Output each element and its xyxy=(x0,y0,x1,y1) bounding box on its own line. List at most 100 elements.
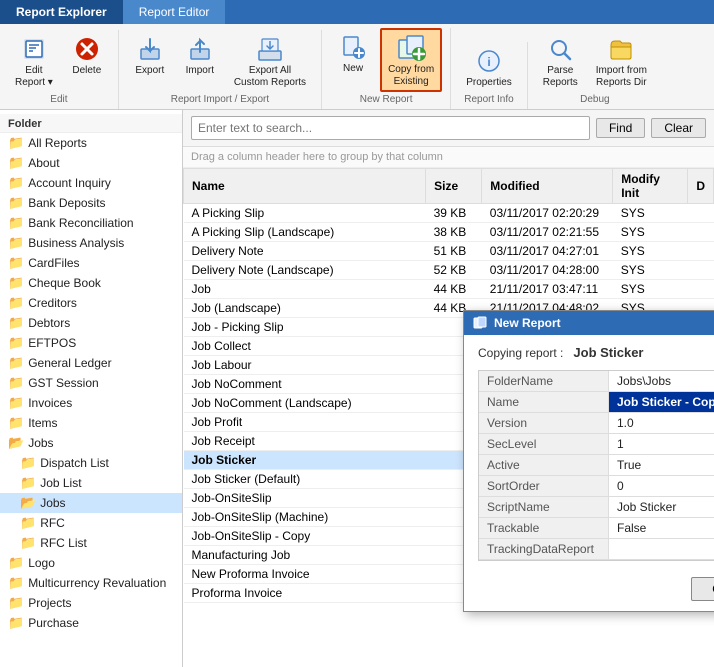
sidebar-item-account-inquiry[interactable]: 📁Account Inquiry xyxy=(0,173,182,193)
edit-report-button[interactable]: EditReport ▾ xyxy=(8,30,60,92)
parse-reports-label: ParseReports xyxy=(543,65,578,89)
modal-title-icon xyxy=(472,315,488,331)
sidebar-item-label-20: RFC List xyxy=(40,536,87,550)
copy-from-existing-button[interactable]: Copy fromExisting xyxy=(380,28,442,92)
modal-field-label-1: Name xyxy=(479,392,609,413)
import-label: Import xyxy=(186,65,214,77)
export-button[interactable]: Export xyxy=(127,30,173,92)
ribbon-group-new-report-label: New Report xyxy=(360,94,413,105)
sidebar-item-label-15: Jobs xyxy=(28,436,53,450)
export-all-button[interactable]: Export AllCustom Reports xyxy=(227,30,313,92)
folder-icon-8: 📁 xyxy=(8,295,24,311)
export-icon xyxy=(134,33,166,65)
folder-icon-10: 📁 xyxy=(8,335,24,351)
sidebar-item-bank-reconciliation[interactable]: 📁Bank Reconciliation xyxy=(0,213,182,233)
sidebar-item-label-8: Creditors xyxy=(28,296,77,310)
import-icon xyxy=(184,33,216,65)
sidebar-item-cheque-book[interactable]: 📁 Cheque Book xyxy=(0,273,182,293)
folder-icon-22: 📁 xyxy=(8,575,24,591)
new-button[interactable]: New xyxy=(330,28,376,92)
sidebar-item-jobs[interactable]: 📂 Jobs xyxy=(0,433,182,453)
sidebar-item-rfc-list[interactable]: 📁 RFC List xyxy=(0,533,182,553)
svg-text:i: i xyxy=(487,55,490,69)
modal-field-value-5: 0 xyxy=(609,476,714,497)
sidebar-item-label-1: About xyxy=(28,156,59,170)
modal-field-label-8: TrackingDataReport xyxy=(479,539,609,560)
folder-icon-20: 📁 xyxy=(20,535,36,551)
ribbon-group-report-info: i Properties Report Info xyxy=(455,42,528,109)
copy-from-existing-label: Copy fromExisting xyxy=(388,64,434,88)
sidebar-item-creditors[interactable]: 📁 Creditors xyxy=(0,293,182,313)
export-label: Export xyxy=(135,65,164,77)
modal-field-value-8 xyxy=(609,539,714,560)
folder-icon-24: 📁 xyxy=(8,615,24,631)
properties-button[interactable]: i Properties xyxy=(459,42,519,92)
delete-button[interactable]: Delete xyxy=(64,30,110,92)
sidebar-item-label-3: Bank Deposits xyxy=(28,196,105,210)
tab-report-editor[interactable]: Report Editor xyxy=(123,0,226,24)
import-from-dir-label: Import fromReports Dir xyxy=(596,65,647,89)
modal-footer: OK Cancel xyxy=(464,569,714,611)
sidebar-item-dispatch-list[interactable]: 📁Dispatch List xyxy=(0,453,182,473)
import-from-dir-button[interactable]: Import fromReports Dir xyxy=(589,30,654,92)
new-label: New xyxy=(343,63,363,75)
sidebar-item-jobs[interactable]: 📂 Jobs xyxy=(0,493,182,513)
sidebar-item-gst-session[interactable]: 📁GST Session xyxy=(0,373,182,393)
modal-field-value-7: False xyxy=(609,518,714,539)
folder-icon-15: 📂 xyxy=(8,435,24,451)
tab-report-explorer[interactable]: Report Explorer xyxy=(0,0,123,24)
ribbon: EditReport ▾ Delete Edit xyxy=(0,24,714,110)
sidebar-item-label-10: EFTPOS xyxy=(28,336,76,350)
sidebar-item-all-reports[interactable]: 📁 All Reports xyxy=(0,133,182,153)
sidebar-item-label-5: Business Analysis xyxy=(28,236,124,250)
sidebar-item-eftpos[interactable]: 📁 EFTPOS xyxy=(0,333,182,353)
sidebar-item-items[interactable]: 📁Items xyxy=(0,413,182,433)
sidebar-item-cardfiles[interactable]: 📁CardFiles xyxy=(0,253,182,273)
ribbon-group-edit: EditReport ▾ Delete Edit xyxy=(4,30,119,109)
sidebar-item-label-14: Items xyxy=(28,416,57,430)
edit-report-label: EditReport ▾ xyxy=(15,65,53,89)
folder-icon-18: 📂 xyxy=(20,495,36,511)
sidebar-item-label-11: General Ledger xyxy=(28,356,111,370)
modal-ok-button[interactable]: OK xyxy=(691,577,714,601)
folder-icon-23: 📁 xyxy=(8,595,24,611)
sidebar-item-projects[interactable]: 📁Projects xyxy=(0,593,182,613)
export-all-icon xyxy=(254,33,286,65)
sidebar-item-label-17: Job List xyxy=(40,476,81,490)
sidebar-item-label-2: Account Inquiry xyxy=(28,176,111,190)
folder-icon-19: 📁 xyxy=(20,515,36,531)
ribbon-group-import-export-label: Report Import / Export xyxy=(171,94,269,105)
folder-icon-4: 📁 xyxy=(8,215,24,231)
modal-field-value-3: 1 xyxy=(609,434,714,455)
import-button[interactable]: Import xyxy=(177,30,223,92)
sidebar-item-purchase[interactable]: 📁Purchase xyxy=(0,613,182,633)
parse-reports-button[interactable]: ParseReports xyxy=(536,30,585,92)
sidebar-item-debtors[interactable]: 📁Debtors xyxy=(0,313,182,333)
sidebar-item-rfc[interactable]: 📁RFC xyxy=(0,513,182,533)
ribbon-group-new-report: New Copy fromExisting New Report xyxy=(326,28,451,109)
folder-icon-7: 📁 xyxy=(8,275,24,291)
ribbon-group-edit-label: Edit xyxy=(50,94,67,105)
sidebar-item-invoices[interactable]: 📁Invoices xyxy=(0,393,182,413)
modal-field-value-1[interactable]: Job Sticker - Copy xyxy=(609,392,714,413)
sidebar-item-label-7: Cheque Book xyxy=(28,276,101,290)
sidebar-item-label-0: All Reports xyxy=(28,136,87,150)
parse-reports-icon xyxy=(544,33,576,65)
sidebar-item-logo[interactable]: 📁Logo xyxy=(0,553,182,573)
modal-field-value-6: Job Sticker xyxy=(609,497,714,518)
folder-icon-0: 📁 xyxy=(8,135,24,151)
sidebar-item-bank-deposits[interactable]: 📁Bank Deposits xyxy=(0,193,182,213)
sidebar-item-about[interactable]: 📁About xyxy=(0,153,182,173)
new-report-modal: New Report ✕ Copying report : Job Sticke… xyxy=(463,310,714,612)
sidebar-item-multicurrency-revaluation[interactable]: 📁Multicurrency Revaluation xyxy=(0,573,182,593)
sidebar: Folder 📁All Reports📁About📁Account Inquir… xyxy=(0,110,183,667)
modal-title-label: New Report xyxy=(494,316,561,330)
folder-icon-5: 📁 xyxy=(8,235,24,251)
sidebar-item-general-ledger[interactable]: 📁General Ledger xyxy=(0,353,182,373)
folder-icon-21: 📁 xyxy=(8,555,24,571)
sidebar-item-label-18: Jobs xyxy=(40,496,65,510)
export-all-label: Export AllCustom Reports xyxy=(234,65,306,89)
sidebar-item-job-list[interactable]: 📁Job List xyxy=(0,473,182,493)
sidebar-item-business-analysis[interactable]: 📁 Business Analysis xyxy=(0,233,182,253)
modal-field-value-4: True xyxy=(609,455,714,476)
